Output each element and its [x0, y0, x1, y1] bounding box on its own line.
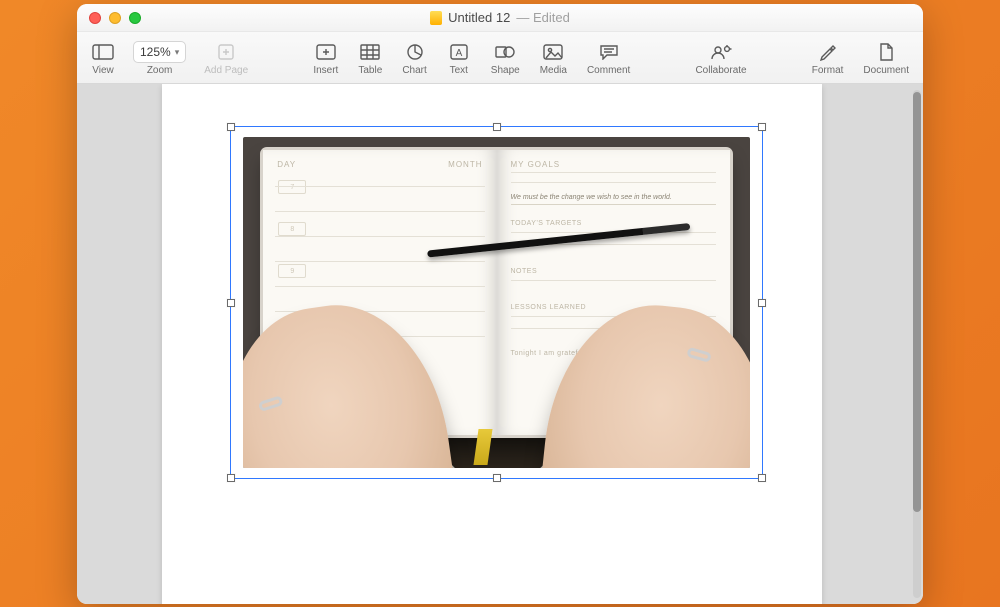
traffic-lights: [77, 12, 141, 24]
text-label: Text: [450, 65, 468, 76]
zoom-label: Zoom: [147, 65, 173, 76]
resize-handle-middle-left[interactable]: [227, 299, 235, 307]
left-ring: [258, 395, 284, 412]
document-title-text: Untitled 12: [448, 10, 510, 25]
document-edited-suffix: — Edited: [516, 10, 569, 25]
nb-goals-label: MY GOALS: [511, 160, 561, 169]
zoom-dropdown[interactable]: 125% ▾: [133, 41, 186, 63]
document-canvas[interactable]: DAY MONTH 7 8 9 MY GOALS We must be the: [77, 84, 923, 604]
shape-button[interactable]: Shape: [481, 32, 530, 83]
resize-handle-top-right[interactable]: [758, 123, 766, 131]
insert-icon: [316, 41, 336, 63]
media-label: Media: [540, 65, 567, 76]
zoom-control-group: 125% ▾ Zoom: [125, 32, 194, 83]
chart-icon: [406, 41, 424, 63]
comment-button[interactable]: Comment: [577, 32, 640, 83]
table-button[interactable]: Table: [348, 32, 392, 83]
media-icon: [543, 41, 563, 63]
toolbar: View 125% ▾ Zoom Add Page Insert: [77, 32, 923, 84]
collaborate-button[interactable]: Collaborate: [685, 32, 756, 83]
window-title: Untitled 12 — Edited: [77, 10, 923, 25]
titlebar: Untitled 12 — Edited: [77, 4, 923, 32]
resize-handle-top-left[interactable]: [227, 123, 235, 131]
document-icon-toolbar: [878, 41, 894, 63]
nb-month-label: MONTH: [448, 160, 482, 169]
nb-notes-label: NOTES: [511, 268, 538, 275]
app-window: Untitled 12 — Edited View 125% ▾ Zoom Ad…: [77, 4, 923, 604]
collaborate-icon: [710, 41, 732, 63]
add-page-label: Add Page: [204, 65, 248, 76]
add-page-button: Add Page: [194, 32, 258, 83]
view-button[interactable]: View: [81, 32, 125, 83]
selected-image[interactable]: DAY MONTH 7 8 9 MY GOALS We must be the: [230, 126, 763, 479]
svg-text:A: A: [455, 48, 462, 59]
zoom-value: 125%: [140, 45, 171, 59]
chevron-down-icon: ▾: [175, 47, 180, 58]
shape-label: Shape: [491, 65, 520, 76]
resize-handle-bottom-center[interactable]: [493, 474, 501, 482]
right-ring: [687, 346, 713, 362]
chart-label: Chart: [402, 65, 426, 76]
text-icon: A: [450, 41, 468, 63]
resize-handle-top-center[interactable]: [493, 123, 501, 131]
window-close-button[interactable]: [89, 12, 101, 24]
resize-handle-bottom-right[interactable]: [758, 474, 766, 482]
collaborate-label: Collaborate: [695, 65, 746, 76]
nb-targets-label: TODAY'S TARGETS: [511, 220, 582, 227]
sidebar-icon: [92, 41, 114, 63]
add-page-icon: [217, 41, 235, 63]
document-button[interactable]: Document: [853, 32, 919, 83]
table-icon: [360, 41, 380, 63]
format-icon: [819, 41, 837, 63]
window-fullscreen-button[interactable]: [129, 12, 141, 24]
shape-icon: [495, 41, 515, 63]
comment-label: Comment: [587, 65, 630, 76]
text-button[interactable]: A Text: [437, 32, 481, 83]
image-content: DAY MONTH 7 8 9 MY GOALS We must be the: [243, 137, 750, 468]
chart-button[interactable]: Chart: [392, 32, 436, 83]
table-label: Table: [358, 65, 382, 76]
insert-button[interactable]: Insert: [303, 32, 348, 83]
document-label: Document: [863, 65, 909, 76]
format-button[interactable]: Format: [802, 32, 854, 83]
comment-icon: [599, 41, 619, 63]
vertical-scrollbar-thumb[interactable]: [913, 92, 921, 512]
vertical-scrollbar-track[interactable]: [913, 90, 921, 598]
window-minimize-button[interactable]: [109, 12, 121, 24]
format-label: Format: [812, 65, 844, 76]
nb-lessons-label: LESSONS LEARNED: [511, 304, 587, 311]
media-button[interactable]: Media: [530, 32, 577, 83]
nb-quote: We must be the change we wish to see in …: [511, 194, 716, 205]
document-icon: [430, 11, 442, 25]
insert-label: Insert: [313, 65, 338, 76]
view-label: View: [92, 65, 114, 76]
resize-handle-middle-right[interactable]: [758, 299, 766, 307]
resize-handle-bottom-left[interactable]: [227, 474, 235, 482]
nb-day-label: DAY: [277, 160, 296, 169]
